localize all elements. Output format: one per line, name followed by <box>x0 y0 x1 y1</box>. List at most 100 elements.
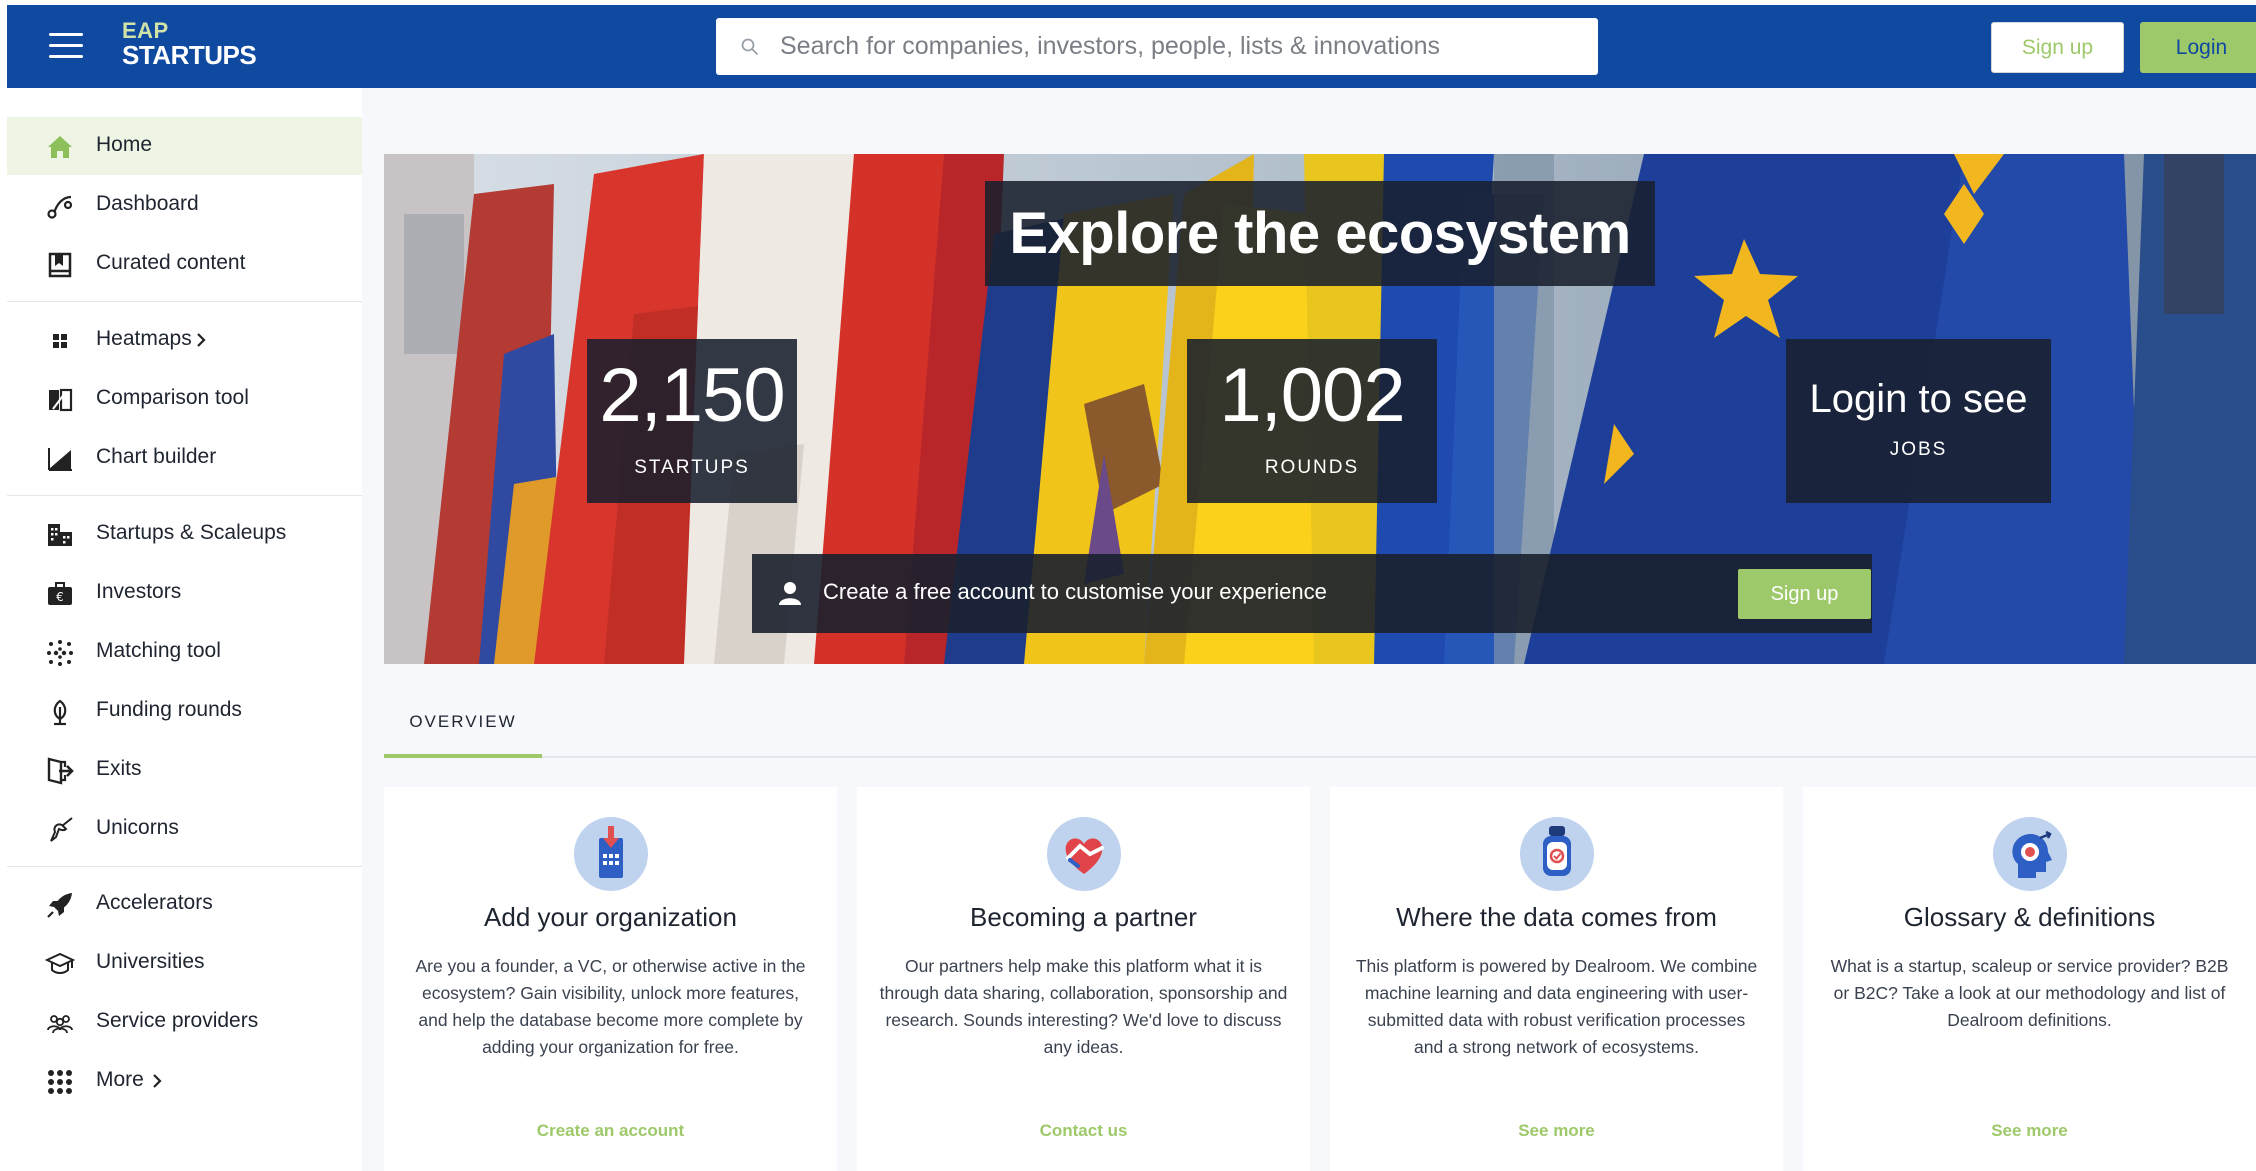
stat-jobs[interactable]: Login to see JOBS <box>1786 339 2051 503</box>
stat-label: ROUNDS <box>1264 457 1360 478</box>
sidebar-item-heatmaps[interactable]: Heatmaps <box>7 311 362 369</box>
data-shield-icon <box>1520 817 1594 891</box>
search-bar[interactable] <box>716 18 1598 75</box>
card-add-organization: Add your organization Are you a founder,… <box>384 787 837 1171</box>
card-data-source: Where the data comes from This platform … <box>1330 787 1783 1171</box>
login-button[interactable]: Login <box>2140 22 2256 73</box>
sidebar-item-label: Chart builder <box>96 445 217 468</box>
promo-text: Create a free account to customise your … <box>823 579 1327 604</box>
card-description: This platform is powered by Dealroom. We… <box>1355 956 1758 1057</box>
hamburger-menu-icon[interactable] <box>49 33 83 59</box>
sidebar-item-label: Matching tool <box>96 639 221 662</box>
stat-label: STARTUPS <box>634 457 750 478</box>
user-icon <box>779 582 801 605</box>
promo-signup-button[interactable]: Sign up <box>1738 569 1871 619</box>
graduation-cap-icon <box>45 952 75 974</box>
svg-text:€: € <box>56 590 64 604</box>
tab-overview[interactable]: OVERVIEW <box>384 690 542 758</box>
card-title: Add your organization <box>484 902 737 932</box>
sidebar-item-label: Exits <box>96 757 142 780</box>
handshake-heart-icon <box>1047 817 1121 891</box>
sidebar-item-more[interactable]: More <box>7 1052 362 1110</box>
sidebar-item-curated-content[interactable]: Curated content <box>7 235 362 293</box>
people-group-icon <box>47 1015 73 1034</box>
rocket-icon <box>47 893 72 918</box>
sidebar-item-label: Service providers <box>96 1009 259 1032</box>
sidebar-item-label: Investors <box>96 580 182 603</box>
sidebar: Home Dashboard Curated content Heatmaps … <box>7 88 362 1171</box>
sidebar-item-label: Startups & Scaleups <box>96 521 287 544</box>
sidebar-divider <box>7 495 362 496</box>
sidebar-item-funding-rounds[interactable]: Funding rounds <box>7 682 362 740</box>
bookmark-icon <box>48 252 72 278</box>
grid-icon <box>53 334 67 348</box>
top-bar: EAP STARTUPS Sign up Login <box>7 5 2256 88</box>
sidebar-item-home[interactable]: Home <box>7 117 362 175</box>
hero-banner: Explore the ecosystem 2,150 STARTUPS 1,0… <box>384 154 2256 664</box>
apps-grid-icon <box>48 1070 72 1094</box>
stat-startups[interactable]: 2,150 STARTUPS <box>587 339 797 503</box>
sidebar-item-universities[interactable]: Universities <box>7 934 362 992</box>
create-account-banner: Create a free account to customise your … <box>752 554 1872 633</box>
sidebar-item-dashboard[interactable]: Dashboard <box>7 176 362 234</box>
sidebar-item-investors[interactable]: € Investors <box>7 564 362 622</box>
stat-rounds[interactable]: 1,002 ROUNDS <box>1187 339 1437 503</box>
sidebar-item-unicorns[interactable]: Unicorns <box>7 800 362 858</box>
sidebar-item-chart-builder[interactable]: Chart builder <box>7 429 362 487</box>
stat-label: JOBS <box>1889 439 1948 460</box>
exit-door-icon <box>47 757 74 785</box>
sidebar-item-startups-scaleups[interactable]: Startups & Scaleups <box>7 505 362 563</box>
sidebar-item-matching-tool[interactable]: Matching tool <box>7 623 362 681</box>
sidebar-item-label: Funding rounds <box>96 698 242 721</box>
stat-value: 2,150 <box>599 353 785 438</box>
stat-value: Login to see <box>1809 377 2028 421</box>
dashboard-icon <box>47 195 73 219</box>
logo[interactable]: EAP STARTUPS <box>122 18 257 70</box>
search-input[interactable] <box>780 28 1580 65</box>
card-title: Where the data comes from <box>1396 902 1717 932</box>
card-title: Becoming a partner <box>970 902 1197 932</box>
sidebar-item-label: Home <box>96 133 153 156</box>
card-glossary: Glossary & definitions What is a startup… <box>1803 787 2256 1171</box>
card-becoming-partner: Becoming a partner Our partners help mak… <box>857 787 1310 1171</box>
create-account-link[interactable]: Create an account <box>384 1121 837 1141</box>
sidebar-item-comparison-tool[interactable]: Comparison tool <box>7 370 362 428</box>
dots-matrix-icon <box>47 640 73 666</box>
card-description: What is a startup, scaleup or service pr… <box>1830 956 2229 1030</box>
see-more-glossary-link[interactable]: See more <box>1803 1121 2256 1141</box>
sidebar-item-accelerators[interactable]: Accelerators <box>7 875 362 933</box>
sidebar-divider <box>7 301 362 302</box>
area-chart-icon <box>48 448 72 471</box>
logo-line-2: STARTUPS <box>122 40 257 70</box>
logo-line-1: EAP <box>122 18 169 43</box>
sidebar-item-label: Heatmaps <box>96 327 192 350</box>
sidebar-item-label: Unicorns <box>96 816 179 839</box>
search-icon <box>741 38 758 55</box>
hero-title: Explore the ecosystem <box>985 181 1655 286</box>
contact-us-link[interactable]: Contact us <box>857 1121 1310 1141</box>
sidebar-item-exits[interactable]: Exits <box>7 741 362 799</box>
sidebar-item-label: More <box>96 1068 144 1091</box>
unicorn-icon <box>50 817 73 842</box>
sidebar-item-service-providers[interactable]: Service providers <box>7 993 362 1051</box>
seedling-icon <box>53 699 67 726</box>
chevron-right-icon <box>153 1074 162 1088</box>
card-title: Glossary & definitions <box>1903 902 2156 932</box>
see-more-data-link[interactable]: See more <box>1330 1121 1783 1141</box>
signup-button[interactable]: Sign up <box>1991 22 2124 73</box>
buildings-icon <box>48 524 72 546</box>
glossary-head-icon <box>1993 817 2067 891</box>
compare-icon <box>49 388 73 412</box>
sidebar-item-label: Universities <box>96 950 205 973</box>
sidebar-item-label: Accelerators <box>96 891 213 914</box>
briefcase-euro-icon: € <box>48 582 72 605</box>
card-description: Our partners help make this platform wha… <box>879 956 1288 1057</box>
tab-bar: OVERVIEW <box>384 690 2256 758</box>
add-organization-icon <box>574 817 648 891</box>
sidebar-item-label: Curated content <box>96 251 246 274</box>
stat-value: 1,002 <box>1219 353 1405 438</box>
home-icon <box>48 136 72 158</box>
sidebar-item-label: Dashboard <box>96 192 199 215</box>
card-description: Are you a founder, a VC, or otherwise ac… <box>415 956 806 1057</box>
chevron-right-icon <box>197 333 206 347</box>
